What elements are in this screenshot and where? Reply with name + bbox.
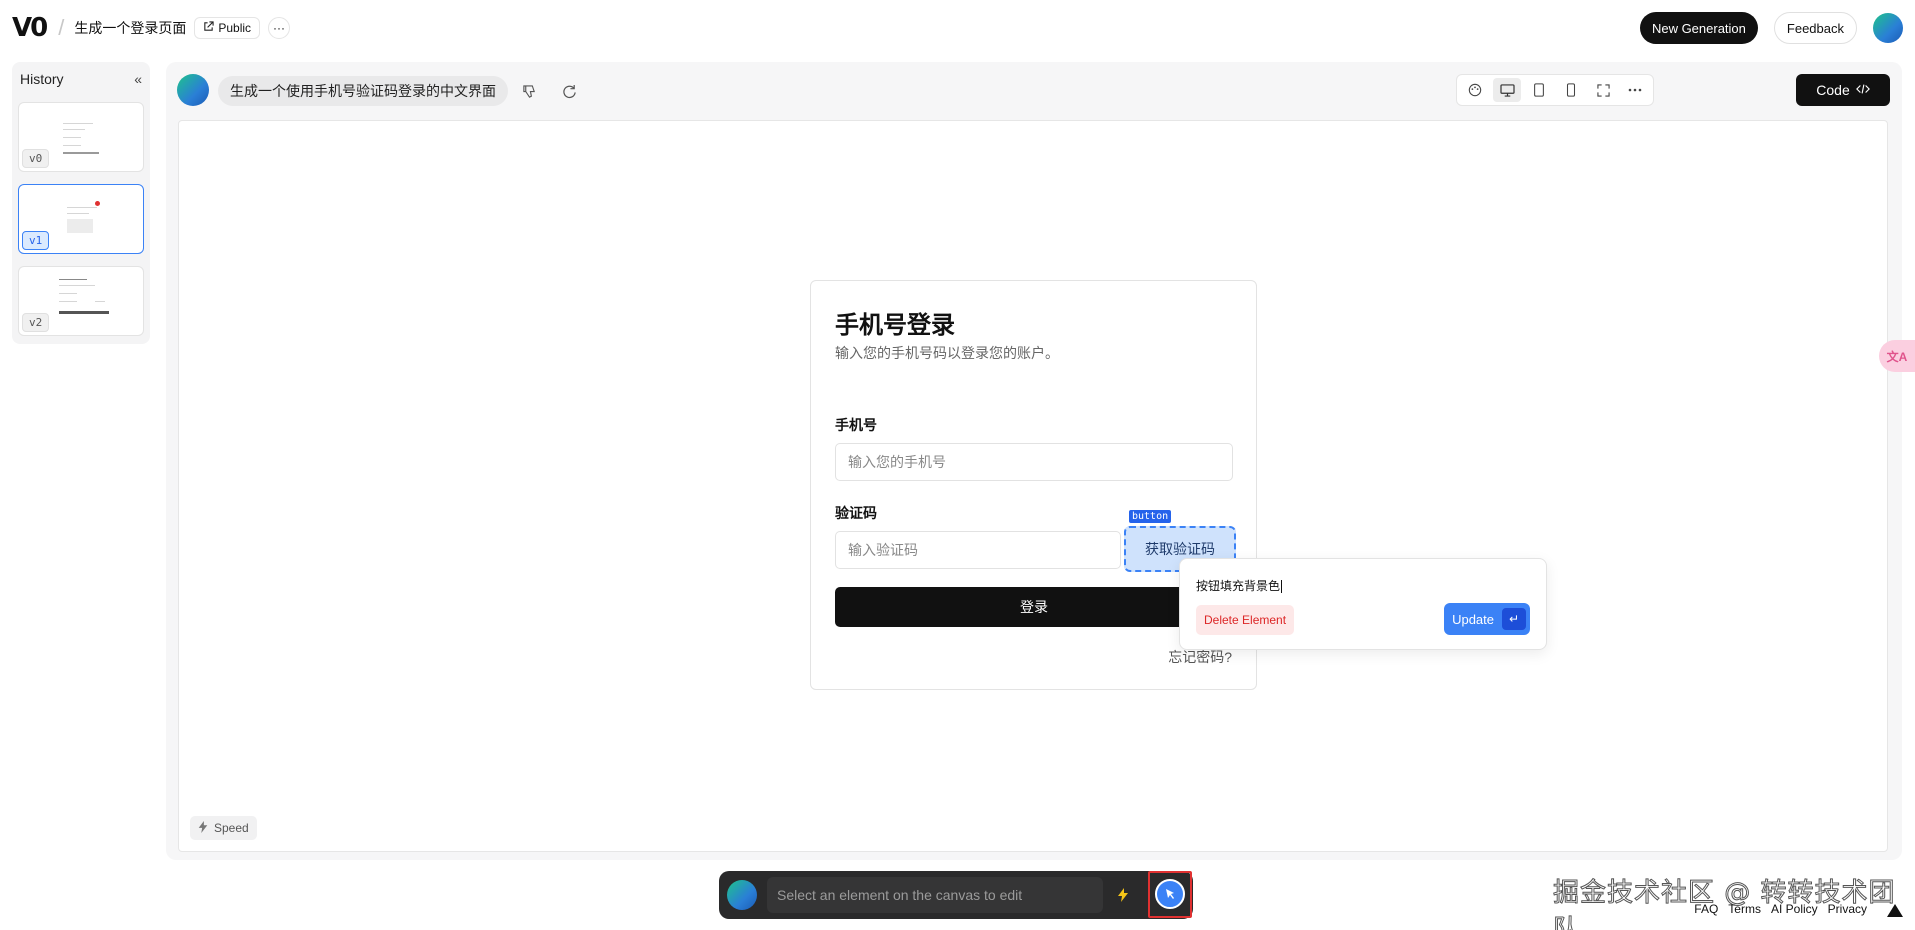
project-menu-button[interactable]: ··· bbox=[268, 17, 291, 39]
bolt-icon bbox=[198, 820, 208, 836]
desktop-view-icon[interactable] bbox=[1493, 78, 1521, 102]
speed-label: Speed bbox=[214, 821, 249, 835]
assistant-avatar bbox=[177, 74, 209, 106]
history-panel: History « v0 v1 v2 bbox=[12, 62, 150, 344]
prompt-chip[interactable]: 生成一个使用手机号验证码登录的中文界面 bbox=[218, 76, 508, 106]
watermark-text: 掘金技术社区 @ 转转技术团队 bbox=[1553, 878, 1896, 930]
phone-label: 手机号 bbox=[835, 417, 877, 433]
edit-instruction-input[interactable]: 按钮填充背景色 bbox=[1196, 577, 1282, 594]
v0-logo[interactable]: V0 bbox=[12, 13, 48, 43]
user-avatar[interactable] bbox=[1873, 13, 1903, 43]
footer-ai-policy-link[interactable]: AI Policy bbox=[1771, 902, 1818, 916]
version-label: v1 bbox=[22, 231, 50, 250]
thumbs-down-icon[interactable] bbox=[518, 80, 540, 102]
forgot-password-link[interactable]: 忘记密码? bbox=[1168, 647, 1232, 667]
history-version-v2[interactable]: v2 bbox=[18, 266, 144, 336]
more-icon: ··· bbox=[273, 21, 286, 35]
chat-bar: Select an element on the canvas to edit bbox=[719, 871, 1193, 919]
fullscreen-icon[interactable] bbox=[1589, 78, 1617, 102]
delete-element-button[interactable]: Delete Element bbox=[1196, 605, 1295, 635]
translate-icon[interactable]: 文A bbox=[1879, 340, 1915, 372]
view-toolbar bbox=[1456, 74, 1654, 106]
login-title: 手机号登录 bbox=[835, 312, 955, 339]
version-label: v2 bbox=[22, 313, 50, 332]
public-label: Public bbox=[218, 21, 252, 35]
top-bar: V0 / 生成一个登录页面 Public ··· New Generation … bbox=[0, 0, 1915, 56]
tablet-view-icon[interactable] bbox=[1525, 78, 1553, 102]
code-button[interactable]: Code bbox=[1796, 74, 1890, 106]
preview-header: 生成一个使用手机号验证码登录的中文界面 Code bbox=[166, 62, 1902, 118]
footer-links: FAQ Terms AI Policy Privacy bbox=[1694, 902, 1867, 916]
feedback-button[interactable]: Feedback bbox=[1773, 12, 1857, 44]
footer-faq-link[interactable]: FAQ bbox=[1694, 902, 1718, 916]
code-label: Code bbox=[1816, 82, 1850, 98]
footer-terms-link[interactable]: Terms bbox=[1728, 902, 1761, 916]
chat-avatar bbox=[727, 880, 757, 910]
cursor-select-icon bbox=[1166, 889, 1174, 899]
speed-chip[interactable]: Speed bbox=[190, 816, 257, 840]
theme-palette-icon[interactable] bbox=[1461, 78, 1489, 102]
share-icon bbox=[203, 21, 214, 35]
public-button[interactable]: Public bbox=[194, 17, 261, 39]
regenerate-icon[interactable] bbox=[558, 80, 580, 102]
phone-input[interactable]: 输入您的手机号 bbox=[835, 443, 1233, 481]
history-header: History « bbox=[12, 62, 150, 96]
code-brackets-icon bbox=[1855, 82, 1870, 98]
login-button[interactable]: 登录 bbox=[835, 587, 1233, 627]
history-version-v0[interactable]: v0 bbox=[18, 102, 144, 172]
verification-code-input[interactable]: 输入验证码 bbox=[835, 531, 1121, 569]
selected-element-tag: button bbox=[1129, 510, 1172, 523]
mobile-view-icon[interactable] bbox=[1557, 78, 1585, 102]
update-label: Update bbox=[1452, 611, 1494, 627]
version-label: v0 bbox=[22, 149, 50, 168]
breadcrumb-separator: / bbox=[58, 15, 65, 40]
chat-input[interactable]: Select an element on the canvas to edit bbox=[767, 877, 1103, 913]
collapse-icon[interactable]: « bbox=[134, 71, 142, 87]
top-right-actions: New Generation Feedback bbox=[1639, 12, 1903, 44]
update-button[interactable]: Update ↵ bbox=[1444, 603, 1530, 635]
scroll-top-icon[interactable] bbox=[1887, 904, 1903, 917]
select-element-button[interactable] bbox=[1155, 879, 1185, 909]
code-field-label: 验证码 bbox=[835, 505, 877, 521]
project-title[interactable]: 生成一个登录页面 bbox=[74, 18, 186, 38]
new-generation-button[interactable]: New Generation bbox=[1639, 12, 1758, 44]
element-edit-popover: 按钮填充背景色 Delete Element Update ↵ bbox=[1179, 558, 1547, 650]
lightning-icon[interactable] bbox=[1111, 883, 1135, 907]
more-options-icon[interactable] bbox=[1621, 78, 1649, 102]
footer-privacy-link[interactable]: Privacy bbox=[1828, 902, 1867, 916]
enter-key-icon: ↵ bbox=[1502, 608, 1526, 630]
history-version-v1[interactable]: v1 bbox=[18, 184, 144, 254]
history-title: History bbox=[20, 71, 64, 87]
login-subtitle: 输入您的手机号码以登录您的账户。 bbox=[835, 345, 1059, 361]
